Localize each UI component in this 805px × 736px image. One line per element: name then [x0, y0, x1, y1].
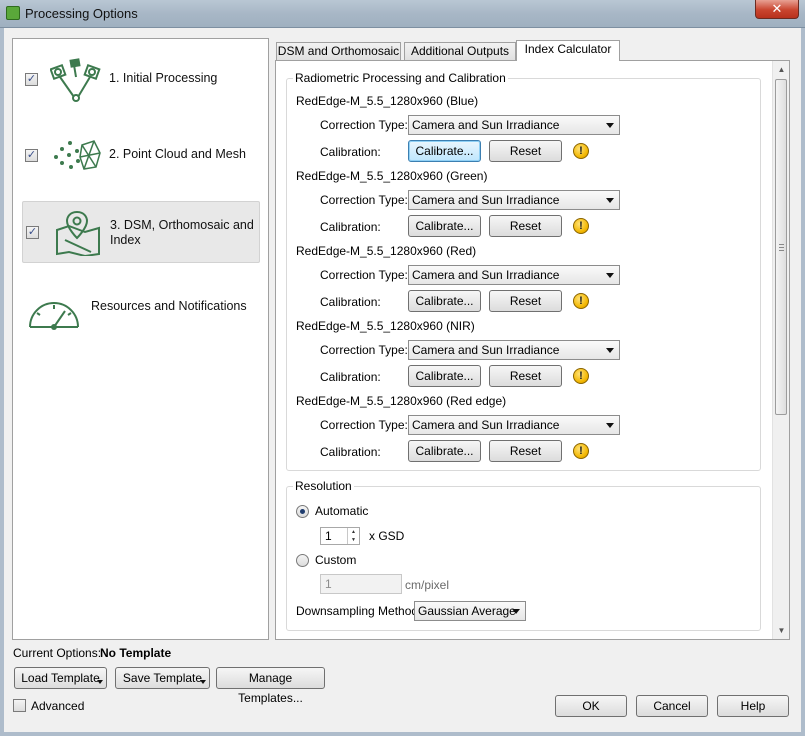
- correction-type-dropdown-red[interactable]: Camera and Sun Irradiance: [408, 265, 620, 285]
- downsampling-label: Downsampling Method:: [296, 604, 422, 618]
- correction-type-label: Correction Type:: [320, 418, 408, 432]
- custom-radio[interactable]: [296, 554, 309, 567]
- resolution-group: Resolution Automatic 1 ▲ ▼ x GSD Custom …: [286, 479, 761, 631]
- content-scrollbar[interactable]: ▲ ▼: [772, 61, 789, 639]
- warning-icon: !: [573, 293, 589, 309]
- grip-icon: [779, 244, 784, 251]
- warning-icon: !: [573, 218, 589, 234]
- app-icon: [6, 6, 20, 20]
- point-cloud-icon: [54, 140, 101, 170]
- reset-button-blue[interactable]: Reset: [489, 140, 562, 162]
- chevron-down-icon: [606, 423, 614, 428]
- correction-type-dropdown-red-edge[interactable]: Camera and Sun Irradiance: [408, 415, 620, 435]
- radiometric-group: Radiometric Processing and Calibration R…: [286, 71, 761, 471]
- calibrate-button-red[interactable]: Calibrate...: [408, 290, 481, 312]
- custom-resolution-input[interactable]: 1: [320, 574, 402, 594]
- step-initial-processing-label: 1. Initial Processing: [109, 71, 218, 85]
- tab-content-index-calculator: Radiometric Processing and Calibration R…: [275, 60, 790, 640]
- advanced-label: Advanced: [31, 699, 85, 713]
- correction-type-dropdown-blue[interactable]: Camera and Sun Irradiance: [408, 115, 620, 135]
- warning-icon: !: [573, 143, 589, 159]
- step-dsm-checkbox[interactable]: ✓: [26, 226, 39, 239]
- radiometric-group-title: Radiometric Processing and Calibration: [293, 71, 508, 85]
- resolution-group-title: Resolution: [293, 479, 354, 493]
- step-initial-processing[interactable]: ✓ 1. Initial Processing: [22, 49, 260, 111]
- calibrate-button-red-edge[interactable]: Calibrate...: [408, 440, 481, 462]
- chevron-down-icon: [200, 680, 206, 684]
- correction-type-dropdown-green[interactable]: Camera and Sun Irradiance: [408, 190, 620, 210]
- reset-button-nir[interactable]: Reset: [489, 365, 562, 387]
- camera-title-red-edge: RedEdge-M_5.5_1280x960 (Red edge): [296, 394, 507, 408]
- spin-down-icon[interactable]: ▼: [347, 536, 359, 544]
- tab-index-calculator[interactable]: Index Calculator: [516, 40, 620, 61]
- chevron-down-icon: [97, 680, 103, 684]
- reset-button-green[interactable]: Reset: [489, 215, 562, 237]
- warning-icon: !: [573, 443, 589, 459]
- chevron-down-icon: [606, 123, 614, 128]
- automatic-label: Automatic: [315, 504, 369, 518]
- chevron-down-icon: [512, 609, 520, 614]
- calibration-label: Calibration:: [320, 445, 381, 459]
- step-point-cloud-label: 2. Point Cloud and Mesh: [109, 147, 246, 161]
- step-dsm-label: 3. DSM, Orthomosaic and Index: [110, 218, 254, 247]
- calibration-label: Calibration:: [320, 145, 381, 159]
- scrollbar-thumb[interactable]: [775, 79, 787, 415]
- initial-processing-icon: [50, 58, 101, 102]
- tab-additional-outputs[interactable]: Additional Outputs: [404, 42, 516, 60]
- correction-type-label: Correction Type:: [320, 118, 408, 132]
- camera-title-red: RedEdge-M_5.5_1280x960 (Red): [296, 244, 477, 258]
- manage-templates-button[interactable]: Manage Templates...: [216, 667, 325, 705]
- tab-dsm-orthomosaic[interactable]: DSM and Orthomosaic: [276, 42, 401, 60]
- correction-type-dropdown-nir[interactable]: Camera and Sun Irradiance: [408, 340, 620, 360]
- map-pin-icon: [56, 210, 100, 256]
- chevron-down-icon: [606, 273, 614, 278]
- current-options-label: Current Options:: [13, 646, 102, 660]
- camera-title-nir: RedEdge-M_5.5_1280x960 (NIR): [296, 319, 475, 333]
- calibration-label: Calibration:: [320, 295, 381, 309]
- current-options-value: No Template: [100, 646, 172, 660]
- automatic-radio[interactable]: [296, 505, 309, 518]
- reset-button-red-edge[interactable]: Reset: [489, 440, 562, 462]
- camera-title-blue: RedEdge-M_5.5_1280x960 (Blue): [296, 94, 479, 108]
- correction-type-label: Correction Type:: [320, 193, 408, 207]
- steps-panel: ✓ 1. Initial Processing ✓ 2. Point Cloud…: [12, 38, 269, 640]
- load-template-button[interactable]: Load Template: [14, 667, 107, 689]
- camera-title-green: RedEdge-M_5.5_1280x960 (Green): [296, 169, 488, 183]
- calibrate-button-nir[interactable]: Calibrate...: [408, 365, 481, 387]
- gauge-icon: [29, 302, 79, 330]
- chevron-down-icon: [606, 198, 614, 203]
- custom-unit-label: cm/pixel: [405, 578, 450, 592]
- close-button[interactable]: ✕: [755, 0, 799, 19]
- step-resources-label: Resources and Notifications: [91, 299, 247, 313]
- scroll-up-icon[interactable]: ▲: [773, 61, 789, 78]
- calibration-label: Calibration:: [320, 220, 381, 234]
- step-point-cloud[interactable]: ✓ 2. Point Cloud and Mesh: [22, 125, 260, 187]
- gsd-spinbox[interactable]: 1 ▲ ▼: [320, 527, 360, 545]
- window-title: Processing Options: [25, 6, 138, 21]
- ok-button[interactable]: OK: [555, 695, 627, 717]
- calibration-label: Calibration:: [320, 370, 381, 384]
- downsampling-dropdown[interactable]: Gaussian Average: [414, 601, 526, 621]
- step-resources-notifications[interactable]: Resources and Notifications: [22, 277, 260, 339]
- chevron-down-icon: [606, 348, 614, 353]
- calibrate-button-green[interactable]: Calibrate...: [408, 215, 481, 237]
- step-initial-processing-checkbox[interactable]: ✓: [25, 73, 38, 86]
- save-template-button[interactable]: Save Template: [115, 667, 210, 689]
- cancel-button[interactable]: Cancel: [636, 695, 708, 717]
- spin-up-icon[interactable]: ▲: [347, 528, 359, 536]
- reset-button-red[interactable]: Reset: [489, 290, 562, 312]
- title-bar: Processing Options ✕: [0, 0, 805, 28]
- custom-label: Custom: [315, 553, 357, 567]
- warning-icon: !: [573, 368, 589, 384]
- scroll-down-icon[interactable]: ▼: [773, 622, 789, 639]
- step-point-cloud-checkbox[interactable]: ✓: [25, 149, 38, 162]
- step-dsm-orthomosaic[interactable]: ✓ 3. DSM, Orthomosaic and Index: [22, 201, 260, 263]
- correction-type-label: Correction Type:: [320, 343, 408, 357]
- calibrate-button-blue[interactable]: Calibrate...: [408, 140, 481, 162]
- help-button[interactable]: Help: [717, 695, 789, 717]
- gsd-unit-label: x GSD: [369, 529, 405, 543]
- correction-type-label: Correction Type:: [320, 268, 408, 282]
- advanced-checkbox[interactable]: [13, 699, 26, 712]
